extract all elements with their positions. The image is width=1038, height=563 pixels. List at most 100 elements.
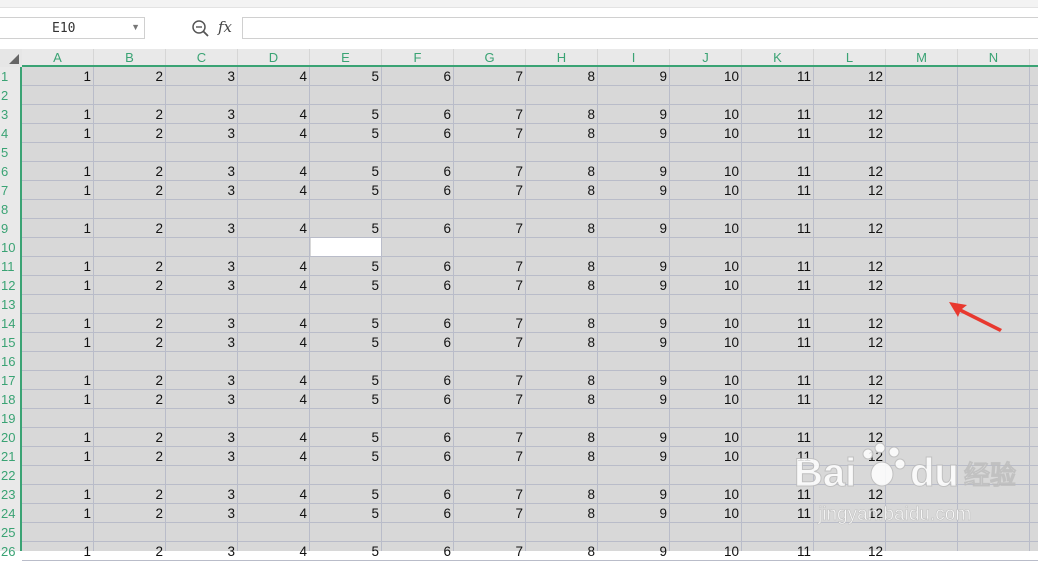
cell-i23[interactable]: 9 [598,487,670,506]
cell-c7[interactable]: 3 [166,183,238,202]
cell-j14[interactable]: 10 [670,316,742,335]
cell-e24[interactable]: 5 [310,506,382,525]
cell-k12[interactable]: 11 [742,278,814,297]
cell-e11[interactable]: 5 [310,259,382,278]
cell-g17[interactable]: 7 [454,373,526,392]
cell-i14[interactable]: 9 [598,316,670,335]
cell-k1[interactable]: 11 [742,69,814,88]
cell-e6[interactable]: 5 [310,164,382,183]
cell-e4[interactable]: 5 [310,126,382,145]
cell-e26[interactable]: 5 [310,544,382,563]
cell-k7[interactable]: 11 [742,183,814,202]
row-header-25[interactable]: 25 [0,525,20,544]
cell-i20[interactable]: 9 [598,430,670,449]
cell-j24[interactable]: 10 [670,506,742,525]
cell-h15[interactable]: 8 [526,335,598,354]
cell-g15[interactable]: 7 [454,335,526,354]
row-header-2[interactable]: 2 [0,88,20,107]
row-header-24[interactable]: 24 [0,506,20,525]
cell-a17[interactable]: 1 [22,373,94,392]
cell-h1[interactable]: 8 [526,69,598,88]
cell-g24[interactable]: 7 [454,506,526,525]
cell-f26[interactable]: 6 [382,544,454,563]
cell-d4[interactable]: 4 [238,126,310,145]
cell-a3[interactable]: 1 [22,107,94,126]
cell-l15[interactable]: 12 [814,335,886,354]
cell-g4[interactable]: 7 [454,126,526,145]
cell-h7[interactable]: 8 [526,183,598,202]
cell-g3[interactable]: 7 [454,107,526,126]
cell-d14[interactable]: 4 [238,316,310,335]
cell-b14[interactable]: 2 [94,316,166,335]
cell-c12[interactable]: 3 [166,278,238,297]
cell-j12[interactable]: 10 [670,278,742,297]
cell-a23[interactable]: 1 [22,487,94,506]
cell-b11[interactable]: 2 [94,259,166,278]
cell-g9[interactable]: 7 [454,221,526,240]
cell-c14[interactable]: 3 [166,316,238,335]
cell-f21[interactable]: 6 [382,449,454,468]
column-header-i[interactable]: I [598,49,670,65]
cell-l4[interactable]: 12 [814,126,886,145]
row-header-17[interactable]: 17 [0,373,20,392]
cell-j23[interactable]: 10 [670,487,742,506]
cell-h23[interactable]: 8 [526,487,598,506]
cell-j26[interactable]: 10 [670,544,742,563]
cell-k9[interactable]: 11 [742,221,814,240]
row-header-5[interactable]: 5 [0,145,20,164]
cell-a4[interactable]: 1 [22,126,94,145]
cell-e18[interactable]: 5 [310,392,382,411]
cell-a1[interactable]: 1 [22,69,94,88]
column-header-n[interactable]: N [958,49,1030,65]
cell-l3[interactable]: 12 [814,107,886,126]
cell-h17[interactable]: 8 [526,373,598,392]
row-header-1[interactable]: 1 [0,69,20,88]
cell-a18[interactable]: 1 [22,392,94,411]
cell-e23[interactable]: 5 [310,487,382,506]
cell-b24[interactable]: 2 [94,506,166,525]
cell-d9[interactable]: 4 [238,221,310,240]
column-header-g[interactable]: G [454,49,526,65]
cell-g1[interactable]: 7 [454,69,526,88]
row-header-4[interactable]: 4 [0,126,20,145]
cell-g7[interactable]: 7 [454,183,526,202]
cell-i18[interactable]: 9 [598,392,670,411]
cell-k4[interactable]: 11 [742,126,814,145]
cell-h9[interactable]: 8 [526,221,598,240]
cell-b20[interactable]: 2 [94,430,166,449]
cell-g18[interactable]: 7 [454,392,526,411]
cell-f12[interactable]: 6 [382,278,454,297]
cell-g20[interactable]: 7 [454,430,526,449]
cell-h6[interactable]: 8 [526,164,598,183]
row-header-13[interactable]: 13 [0,297,20,316]
cell-c15[interactable]: 3 [166,335,238,354]
cell-j15[interactable]: 10 [670,335,742,354]
cell-f9[interactable]: 6 [382,221,454,240]
cell-e1[interactable]: 5 [310,69,382,88]
row-header-23[interactable]: 23 [0,487,20,506]
cell-h12[interactable]: 8 [526,278,598,297]
cell-a15[interactable]: 1 [22,335,94,354]
cell-a20[interactable]: 1 [22,430,94,449]
cell-l18[interactable]: 12 [814,392,886,411]
cell-h24[interactable]: 8 [526,506,598,525]
cell-d20[interactable]: 4 [238,430,310,449]
cell-i1[interactable]: 9 [598,69,670,88]
cell-a24[interactable]: 1 [22,506,94,525]
cell-f14[interactable]: 6 [382,316,454,335]
cell-c1[interactable]: 3 [166,69,238,88]
cell-d6[interactable]: 4 [238,164,310,183]
cell-f1[interactable]: 6 [382,69,454,88]
cell-e14[interactable]: 5 [310,316,382,335]
selected-cell[interactable] [311,238,382,257]
cell-b12[interactable]: 2 [94,278,166,297]
cell-i7[interactable]: 9 [598,183,670,202]
cell-i3[interactable]: 9 [598,107,670,126]
fx-icon[interactable]: fx [218,18,232,36]
cell-l17[interactable]: 12 [814,373,886,392]
cell-g26[interactable]: 7 [454,544,526,563]
cell-b6[interactable]: 2 [94,164,166,183]
cell-c18[interactable]: 3 [166,392,238,411]
cell-b9[interactable]: 2 [94,221,166,240]
cell-j20[interactable]: 10 [670,430,742,449]
